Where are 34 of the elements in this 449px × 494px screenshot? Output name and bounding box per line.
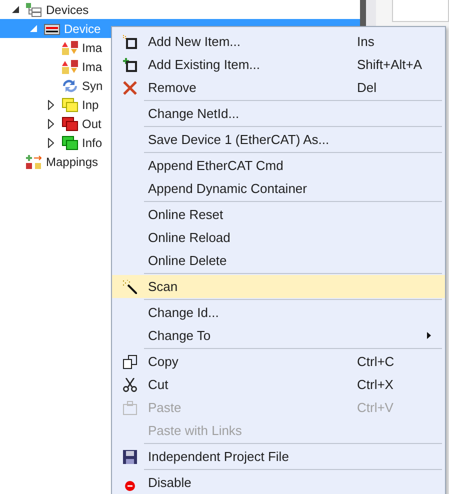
menu-item-label: Change To xyxy=(148,326,212,345)
menu-item-label: Paste with Links xyxy=(148,422,243,440)
menu-item-label: Append Dynamic Container xyxy=(148,180,308,198)
shortcut-label: Ctrl+X xyxy=(357,376,394,394)
menu-item-label: Online Reload xyxy=(148,228,232,247)
tree-item-label: Ima xyxy=(82,58,102,76)
tree-item-label: Device xyxy=(64,20,101,38)
tree-item-label: Mappings xyxy=(46,154,98,170)
menu-item-label: Scan xyxy=(148,278,179,296)
shortcut-label: Ctrl+V xyxy=(357,398,394,417)
menu-item-label: Independent Project File xyxy=(148,448,290,466)
menu-item-label: Paste xyxy=(148,398,182,417)
tree-item-label: Info xyxy=(82,134,102,152)
tree-item-label: Ima xyxy=(82,40,102,56)
shortcut-label: Ctrl+C xyxy=(357,352,396,371)
tree-item-label: Out xyxy=(82,116,102,132)
shortcut-label: Ins xyxy=(357,32,376,51)
menu-item-label: Change NetId... xyxy=(148,104,240,123)
shortcut-label: Del xyxy=(357,78,378,97)
tree-item-label: Syn xyxy=(82,78,103,94)
menu-item-label: Change Id... xyxy=(148,304,220,322)
menu-item-label: Append EtherCAT Cmd xyxy=(148,156,284,175)
menu-item-label: Add New Item... xyxy=(148,32,242,51)
menu-item-label: Online Reset xyxy=(148,206,224,224)
menu-item-label: Add Existing Item... xyxy=(148,56,261,74)
menu-item-label: Copy xyxy=(148,352,180,371)
tree-item-label: Inp xyxy=(82,96,99,114)
menu-item-label: Online Delete xyxy=(148,252,228,270)
menu-item-label: Cut xyxy=(148,376,170,394)
menu-item-label: Disable xyxy=(148,474,192,492)
menu-item-label: Save Device 1 (EtherCAT) As... xyxy=(148,130,330,149)
tree-item-label: Devices xyxy=(46,2,89,18)
menu-item-label: Remove xyxy=(148,78,198,97)
shortcut-label: Shift+Alt+A xyxy=(357,56,424,74)
